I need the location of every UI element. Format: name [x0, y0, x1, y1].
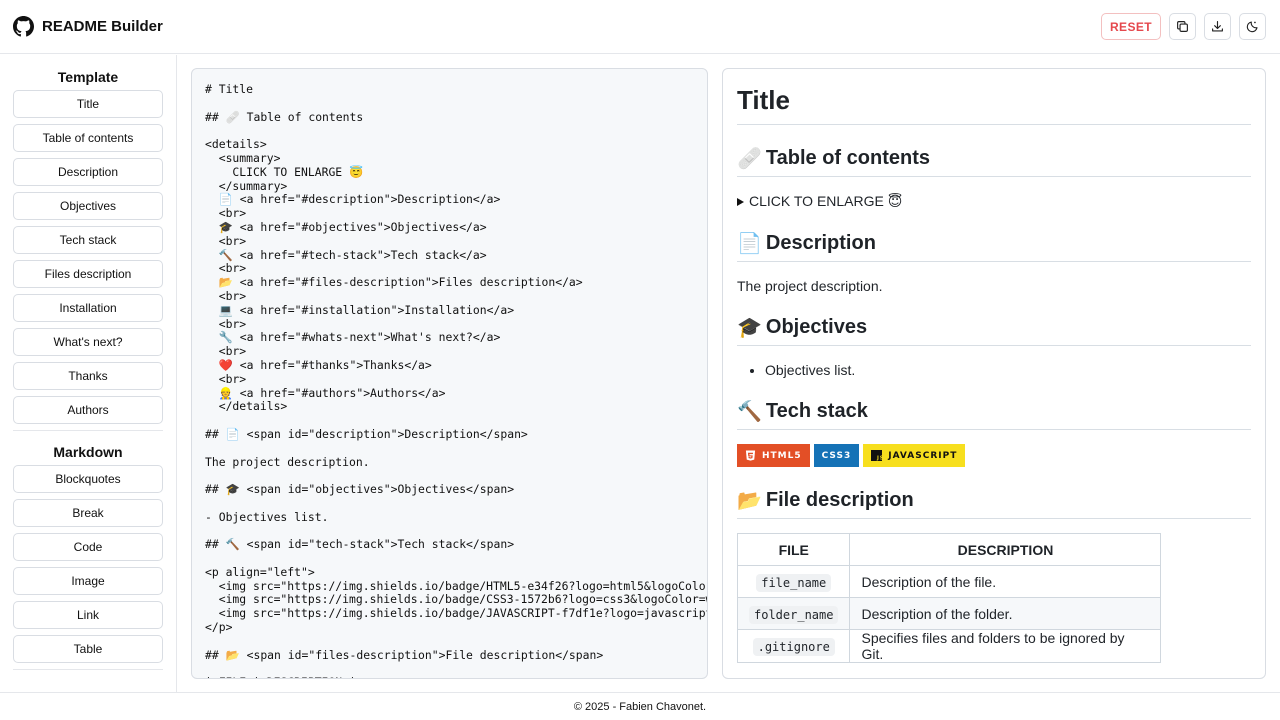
markdown-editor[interactable]: # Title ## 🩹 Table of contents <details>… — [191, 68, 708, 679]
editor-content[interactable]: # Title ## 🩹 Table of contents <details>… — [192, 69, 707, 678]
theme-toggle-button[interactable] — [1239, 13, 1266, 40]
markdown-item-image[interactable]: Image — [13, 567, 163, 595]
sidebar-divider-bottom — [13, 669, 163, 670]
page-icon: 📄 — [737, 231, 762, 255]
table-cell-file: file_name — [736, 565, 851, 598]
table-row: .gitignore Specifies files and folders t… — [736, 629, 1162, 663]
file-code: .gitignore — [752, 638, 835, 656]
copy-icon — [1177, 21, 1188, 32]
css3-badge: CSS3 — [813, 444, 860, 467]
markdown-item-code[interactable]: Code — [13, 533, 163, 561]
footer: © 2025 - Fabien Chavonet. — [0, 692, 1280, 720]
list-item: Objectives list. — [765, 362, 1251, 378]
table-cell-description: Description of the file. — [849, 565, 1162, 598]
preview-objectives-heading: 🎓 Objectives — [737, 315, 1251, 346]
template-item-table-of-contents[interactable]: Table of contents — [13, 124, 163, 152]
template-item-objectives[interactable]: Objectives — [13, 192, 163, 220]
template-item-whats-next[interactable]: What's next? — [13, 328, 163, 356]
template-item-thanks[interactable]: Thanks — [13, 362, 163, 390]
preview-title: Title — [737, 85, 1251, 125]
preview-toc-heading-text: Table of contents — [765, 146, 930, 169]
copy-button[interactable] — [1169, 13, 1196, 40]
markdown-section-title: Markdown — [53, 444, 123, 460]
preview-tech-heading: 🔨 Tech stack — [737, 399, 1251, 430]
markdown-preview: Title 🩹 Table of contents CLICK TO ENLAR… — [722, 68, 1266, 679]
table-cell-file: .gitignore — [736, 629, 851, 663]
svg-text:JS: JS — [876, 456, 882, 461]
file-code: folder_name — [749, 605, 839, 624]
files-table: FILE DESCRIPTION file_name Description o… — [736, 533, 1162, 663]
preview-description-heading-text: Description — [765, 231, 876, 254]
markdown-item-table[interactable]: Table — [13, 635, 163, 663]
template-item-description[interactable]: Description — [13, 158, 163, 186]
table-row: file_name Description of the file. — [736, 565, 1162, 598]
preview-files-heading-text: File description — [765, 488, 914, 511]
download-button[interactable] — [1204, 13, 1231, 40]
app-header: README Builder RESET — [0, 0, 1280, 54]
template-section-title: Template — [57, 69, 119, 85]
css3-badge-label: CSS3 — [821, 450, 852, 461]
javascript-icon: JS — [871, 450, 883, 461]
header-actions: RESET — [1100, 13, 1266, 40]
html5-badge: HTML5 — [737, 444, 810, 467]
javascript-badge: JS JAVASCRIPT — [863, 444, 966, 467]
toc-summary[interactable]: CLICK TO ENLARGE 😇 — [737, 193, 1251, 210]
template-item-title[interactable]: Title — [13, 90, 163, 118]
github-icon — [13, 16, 34, 37]
preview-description-heading: 📄 Description — [737, 231, 1251, 262]
preview-tech-heading-text: Tech stack — [765, 399, 868, 422]
preview-toc-heading: 🩹 Table of contents — [737, 146, 1251, 177]
bandage-icon: 🩹 — [737, 146, 762, 170]
app-title: README Builder — [42, 18, 163, 35]
sidebar: Template Title Table of contents Descrip… — [0, 55, 177, 692]
markdown-item-link[interactable]: Link — [13, 601, 163, 629]
disclosure-triangle-icon[interactable] — [737, 197, 744, 206]
table-cell-file: folder_name — [736, 597, 851, 630]
table-cell-description: Description of the folder. — [849, 597, 1162, 630]
html5-badge-label: HTML5 — [762, 450, 802, 461]
preview-description-text: The project description. — [737, 278, 883, 294]
javascript-badge-label: JAVASCRIPT — [888, 450, 958, 461]
toc-summary-text[interactable]: CLICK TO ENLARGE 😇 — [749, 193, 902, 210]
template-item-tech-stack[interactable]: Tech stack — [13, 226, 163, 254]
template-item-authors[interactable]: Authors — [13, 396, 163, 424]
folder-icon: 📂 — [737, 488, 762, 512]
table-header-row: FILE DESCRIPTION — [736, 533, 1162, 566]
preview-objectives-heading-text: Objectives — [765, 315, 868, 338]
table-header-description: DESCRIPTION — [849, 533, 1162, 566]
preview-files-heading: 📂 File description — [737, 488, 1251, 519]
objectives-list: Objectives list. — [737, 362, 1251, 378]
markdown-item-break[interactable]: Break — [13, 499, 163, 527]
html5-icon — [745, 450, 756, 461]
download-icon — [1212, 21, 1223, 32]
hammer-icon: 🔨 — [737, 399, 762, 423]
template-item-files-description[interactable]: Files description — [13, 260, 163, 288]
file-code: file_name — [756, 573, 832, 592]
reset-button[interactable]: RESET — [1100, 13, 1161, 40]
template-item-installation[interactable]: Installation — [13, 294, 163, 322]
brand: README Builder — [13, 16, 163, 37]
table-cell-description: Specifies files and folders to be ignore… — [849, 629, 1162, 663]
markdown-item-blockquotes[interactable]: Blockquotes — [13, 465, 163, 493]
moon-icon — [1246, 21, 1258, 33]
table-row: folder_name Description of the folder. — [736, 597, 1162, 630]
tech-badges: HTML5 CSS3 JS JAVASCRIPT — [737, 444, 1251, 467]
table-header-file: FILE — [736, 533, 851, 566]
graduation-cap-icon: 🎓 — [737, 315, 762, 339]
